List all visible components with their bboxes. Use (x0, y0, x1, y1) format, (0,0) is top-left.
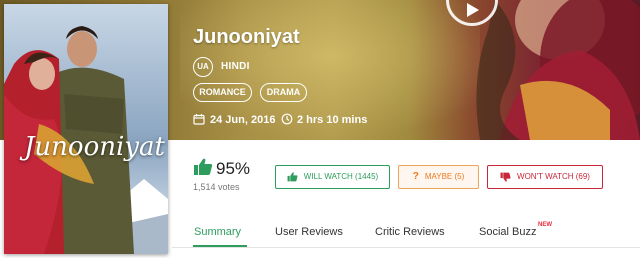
tabs-divider (172, 247, 640, 248)
play-trailer-button[interactable] (446, 0, 498, 26)
tab-critic-reviews[interactable]: Critic Reviews (375, 226, 445, 238)
calendar-icon (193, 114, 205, 125)
active-tab-indicator (193, 245, 247, 247)
movie-title: Junooniyat (193, 26, 300, 48)
poster-art (4, 4, 168, 254)
movie-poster: Junooniyat (4, 4, 168, 254)
language-label: HINDI (221, 61, 250, 72)
tab-summary[interactable]: Summary (194, 226, 241, 238)
certificate-badge: UA (193, 57, 213, 77)
new-badge: NEW (538, 222, 552, 228)
release-date: 24 Jun, 2016 (210, 114, 276, 126)
play-icon (467, 3, 479, 17)
will-watch-label: WILL WATCH (1445) (303, 172, 379, 181)
wont-watch-label: WON'T WATCH (69) (517, 172, 590, 181)
rating-percent: 95% (216, 159, 251, 178)
runtime: 2 hrs 10 mins (297, 114, 368, 126)
clock-icon (281, 113, 293, 125)
thumbs-up-icon (287, 172, 298, 182)
maybe-button[interactable]: ? MAYBE (5) (398, 165, 479, 189)
tab-user-reviews[interactable]: User Reviews (275, 226, 343, 238)
question-icon: ? (412, 171, 419, 182)
thumbs-down-icon (500, 172, 511, 182)
tab-social-buzz[interactable]: Social Buzz (479, 226, 536, 238)
votes-count: 1,514 votes (193, 182, 240, 192)
thumbs-up-icon (194, 158, 213, 175)
wont-watch-button[interactable]: WON'T WATCH (69) (487, 165, 603, 189)
genre-tag-romance[interactable]: ROMANCE (193, 83, 252, 102)
maybe-label: MAYBE (5) (424, 172, 465, 181)
poster-title-text: Junooniyat (24, 132, 165, 162)
will-watch-button[interactable]: WILL WATCH (1445) (275, 165, 390, 189)
genre-tag-drama[interactable]: DRAMA (260, 83, 307, 102)
